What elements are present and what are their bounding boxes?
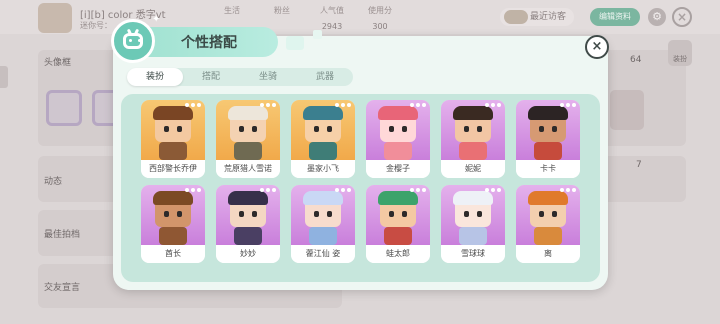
skin-portrait [141,100,205,160]
skin-name: 酋长 [141,245,205,263]
skin-portrait [441,100,505,160]
player-avatar[interactable] [38,3,72,33]
tab-mount[interactable]: 坐骑 [240,68,296,86]
skin-card[interactable]: 西部警长乔伊 [141,100,205,178]
tab-weapon[interactable]: 武器 [297,68,353,86]
tab-matching[interactable]: 搭配 [183,68,239,86]
skin-name: 西部警长乔伊 [141,160,205,178]
skin-card[interactable]: 妮妮 [441,100,505,178]
stat-label: 粉丝 [274,6,290,15]
visitor-avatars-icon [504,10,528,24]
section-label: 交友宣言 [44,283,81,293]
section-count: 7 [636,160,642,170]
more-options-icon[interactable] [560,188,576,194]
visitor-label: 最近访客 [530,12,567,22]
more-options-icon[interactable] [185,103,201,109]
skin-card[interactable]: 雪球球 [441,185,505,263]
sparkle-icon: ✦ [152,14,161,25]
skin-card[interactable]: 蛙太郎 [366,185,430,263]
stat-value: 300 [372,22,388,31]
outfit-tabbar: 装扮 搭配 坐骑 武器 [127,68,353,86]
skin-portrait [441,185,505,245]
frame-preview-character [610,90,644,130]
recent-visitors-button[interactable]: 最近访客 [500,8,575,26]
skin-name: 荒原猎人雪诺 [216,160,280,178]
mascot-head-icon [111,19,155,63]
skin-name: 蛙太郎 [366,245,430,263]
skin-card[interactable]: 墨家小飞 [291,100,355,178]
section-label: 头像框 [44,58,72,68]
edit-profile-button[interactable]: 编辑资料 [590,8,640,26]
more-options-icon[interactable] [185,188,201,194]
player-id: 迷你号： [80,21,112,30]
skin-card[interactable]: 离 [516,185,580,263]
more-options-icon[interactable] [410,188,426,194]
skin-portrait [291,100,355,160]
tab-outfit[interactable]: 装扮 [127,68,183,86]
decoration-dot [313,30,322,39]
skin-portrait [141,185,205,245]
skin-name: 雪球球 [441,245,505,263]
stat-fans: 粉丝 [258,5,306,22]
skin-card[interactable]: 妙妙 [216,185,280,263]
stat-life: 生活 [208,5,256,22]
skin-portrait [291,185,355,245]
more-options-icon[interactable] [260,188,276,194]
skin-portrait [216,185,280,245]
section-count: 64 [630,55,642,65]
skin-card[interactable]: 藿江仙 姿 [291,185,355,263]
stat-score: 使用分 300 [356,5,404,31]
more-options-icon[interactable] [335,188,351,194]
more-options-icon[interactable] [335,103,351,109]
skin-name: 离 [516,245,580,263]
skin-portrait [516,100,580,160]
stat-label: 人气值 [320,6,344,15]
skin-name: 墨家小飞 [291,160,355,178]
dressup-shortcut-icon[interactable]: 装扮 [668,40,692,66]
skin-name: 妮妮 [441,160,505,178]
skin-portrait [366,185,430,245]
skin-card[interactable]: 酋长 [141,185,205,263]
avatar-frame-item[interactable] [46,90,82,126]
stat-label: 生活 [224,6,240,15]
skin-portrait [366,100,430,160]
more-options-icon[interactable] [560,103,576,109]
stat-popularity: 人气值 2943 [308,5,356,31]
stat-label: 使用分 [368,6,392,15]
section-label: 最佳拍档 [44,230,81,240]
skin-portrait [516,185,580,245]
gear-icon[interactable]: ⚙ [648,8,666,26]
skin-card[interactable]: 卡卡 [516,100,580,178]
left-arrow-icon[interactable] [0,66,8,88]
dressup-shortcut-label: 装扮 [673,55,687,63]
more-options-icon[interactable] [410,103,426,109]
skin-card[interactable]: 金樱子 [366,100,430,178]
modal-title: 个性搭配 [181,35,237,51]
skin-name: 金樱子 [366,160,430,178]
skin-card[interactable]: 荒原猎人雪诺 [216,100,280,178]
page-close-icon[interactable]: × [672,7,692,27]
more-options-icon[interactable] [260,103,276,109]
section-label: 动态 [44,177,63,187]
more-options-icon[interactable] [485,103,501,109]
skin-name: 卡卡 [516,160,580,178]
skin-name: 藿江仙 姿 [291,245,355,263]
more-options-icon[interactable] [485,188,501,194]
modal-close-button[interactable]: × [585,35,609,59]
decoration-block [286,36,304,50]
skin-portrait [216,100,280,160]
skin-name: 妙妙 [216,245,280,263]
